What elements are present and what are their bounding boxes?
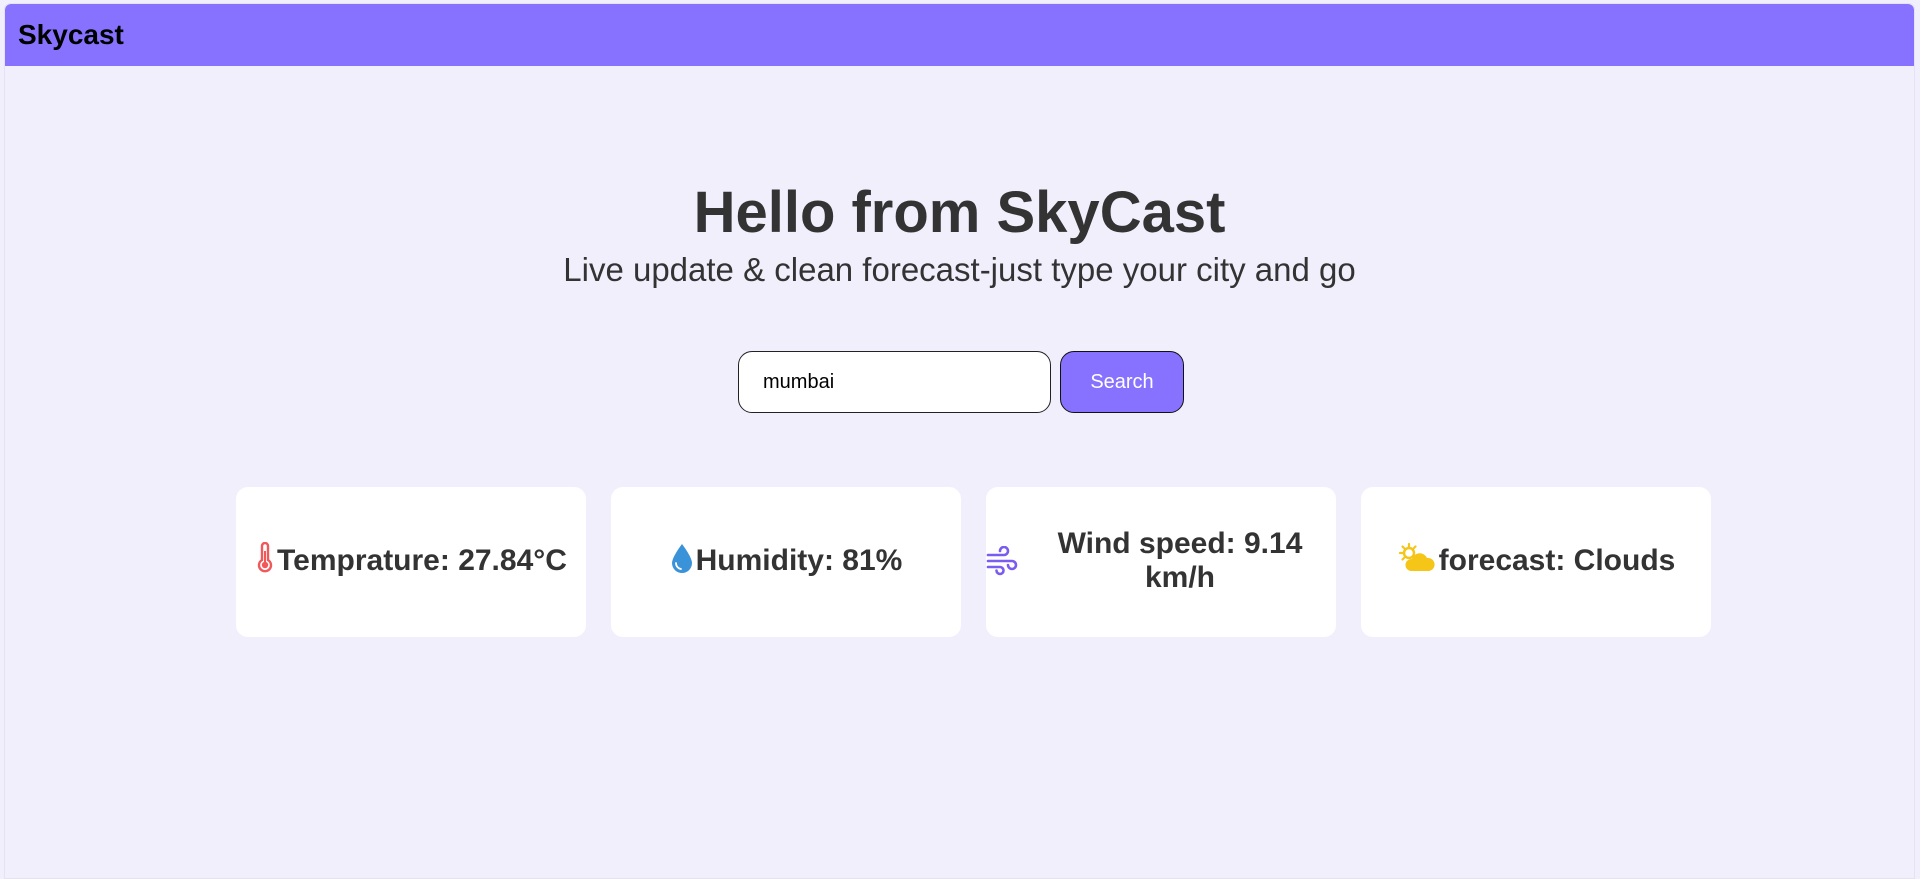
app-frame: Skycast Hello from SkyCast Live update &…: [4, 3, 1915, 879]
sun-cloud-icon: [1397, 542, 1437, 582]
thermometer-icon: [255, 541, 275, 582]
temperature-text: Temprature: 27.84°C: [277, 543, 567, 577]
humidity-text: Humidity: 81%: [695, 543, 903, 577]
droplet-icon: [670, 542, 694, 582]
humidity-card: Humidity: 81%: [611, 487, 961, 637]
forecast-card: forecast: Clouds: [1361, 487, 1711, 637]
wind-icon: [986, 545, 1018, 581]
page-subtitle: Live update & clean forecast-just type y…: [563, 251, 1356, 288]
wind-card: Wind speed: 9.14 km/h: [986, 487, 1336, 637]
navbar: Skycast: [5, 4, 1914, 66]
brand-logo-text[interactable]: Skycast: [18, 20, 124, 50]
temperature-card: Temprature: 27.84°C: [236, 487, 586, 637]
page-title: Hello from SkyCast: [693, 180, 1226, 245]
search-button[interactable]: Search: [1060, 351, 1184, 413]
forecast-text: forecast: Clouds: [1438, 543, 1676, 577]
wind-text: Wind speed: 9.14 km/h: [1057, 527, 1303, 594]
city-search-input[interactable]: [738, 351, 1051, 413]
